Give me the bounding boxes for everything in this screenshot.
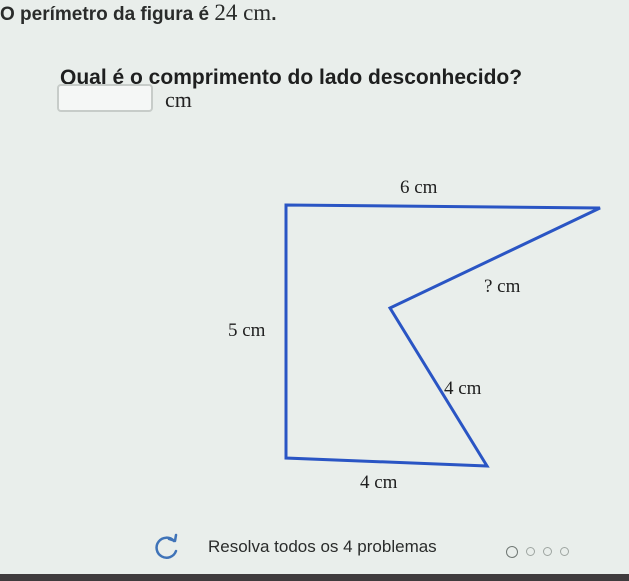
label-bottom-side: 4 cm bbox=[360, 472, 398, 493]
progress-dot-3 bbox=[543, 547, 552, 557]
progress-indicator bbox=[506, 543, 577, 561]
label-diagonal-side: 4 cm bbox=[444, 378, 482, 399]
progress-dot-1 bbox=[506, 545, 518, 558]
footer: Resolva todos os 4 problemas bbox=[150, 533, 590, 561]
progress-dot-4 bbox=[560, 547, 569, 557]
progress-dot-2 bbox=[526, 547, 535, 557]
shape-outline bbox=[284, 203, 601, 468]
retry-icon[interactable] bbox=[150, 533, 182, 566]
label-left-side: 5 cm bbox=[228, 320, 266, 341]
footer-instruction: Resolva todos os 4 problemas bbox=[208, 537, 437, 556]
shape-figure: 6 cm ? cm 5 cm 4 cm 4 cm bbox=[228, 177, 601, 493]
label-unknown-side: ? cm bbox=[484, 276, 521, 297]
label-top-side: 6 cm bbox=[400, 177, 438, 198]
bottom-bar bbox=[0, 574, 629, 581]
